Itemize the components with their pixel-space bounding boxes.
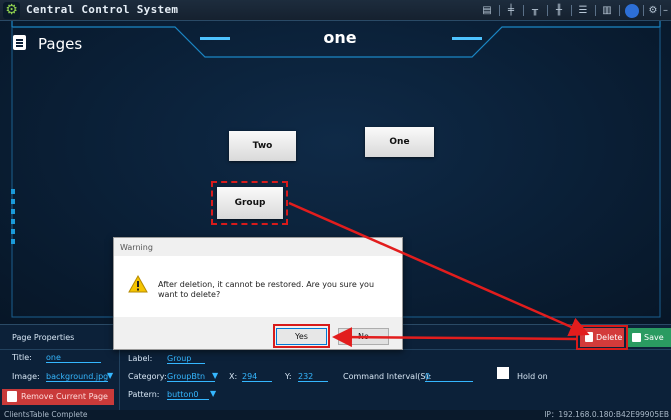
align-middle-icon[interactable]: ╫: [551, 3, 567, 18]
y-input[interactable]: 232: [298, 372, 328, 382]
canvas-button-two[interactable]: Two: [229, 131, 296, 161]
title-label: Title:: [12, 353, 32, 362]
align-top-icon[interactable]: ╥: [527, 3, 543, 18]
pattern-select[interactable]: button0: [167, 390, 209, 400]
delete-button[interactable]: Delete: [580, 328, 624, 347]
canvas-button-one[interactable]: One: [365, 127, 434, 157]
hold-on-label: Hold on: [517, 372, 548, 381]
dialog-title: Warning: [120, 243, 153, 252]
status-ip: IP：192.168.0.180:B42E99905EB: [544, 410, 669, 419]
warning-dialog: Warning After deletion, it cannot be res…: [113, 237, 403, 350]
page-name-title: one: [323, 28, 357, 47]
chevron-down-icon[interactable]: ▼: [210, 389, 216, 398]
distribute-vertical-icon[interactable]: ☰: [575, 3, 591, 18]
category-select[interactable]: GroupBtn: [167, 372, 215, 382]
x-label: X:: [229, 372, 238, 381]
status-message: ClientsTable Complete: [4, 410, 88, 419]
hold-on-checkbox[interactable]: [497, 367, 509, 379]
remove-page-button[interactable]: Remove Current Page: [2, 389, 114, 405]
label-label: Label:: [128, 354, 153, 363]
no-button[interactable]: No: [338, 328, 389, 345]
status-bar: ClientsTable Complete IP：192.168.0.180:B…: [0, 410, 671, 420]
save-label: Save: [644, 333, 664, 342]
pattern-label: Pattern:: [128, 390, 160, 399]
pages-icon: [13, 35, 26, 50]
align-left-icon[interactable]: ▤: [479, 3, 495, 18]
dialog-message: After deletion, it cannot be restored. A…: [158, 280, 375, 299]
minimize-icon[interactable]: –: [660, 3, 671, 18]
command-interval-label: Command Interval(S):: [343, 372, 432, 381]
app-gear-icon: ⚙: [3, 2, 20, 19]
theme-icon[interactable]: [625, 4, 639, 18]
delete-label: Delete: [596, 333, 623, 342]
canvas-button-group[interactable]: Group: [217, 187, 283, 219]
settings-gear-icon[interactable]: ⚙: [645, 3, 661, 18]
header-dash-left: [200, 37, 230, 40]
warning-icon: [128, 274, 148, 293]
image-label: Image:: [12, 372, 40, 381]
chevron-down-icon[interactable]: ▼: [107, 371, 113, 380]
trash-icon: [7, 391, 17, 402]
title-bar: ⚙ Central Control System ▤ ╪ ╥ ╫ ☰ ▥ ⚙ –: [0, 0, 671, 21]
remove-page-label: Remove Current Page: [21, 392, 108, 401]
distribute-horizontal-icon[interactable]: ▥: [599, 3, 615, 18]
align-center-icon[interactable]: ╪: [503, 3, 519, 18]
label-input[interactable]: Group: [167, 354, 205, 364]
chevron-down-icon[interactable]: ▼: [212, 371, 218, 380]
save-icon: [632, 333, 641, 342]
y-label: Y:: [285, 372, 292, 381]
pages-title: Pages: [38, 35, 83, 53]
save-button[interactable]: Save: [628, 328, 671, 347]
trash-icon: [585, 332, 593, 342]
image-select[interactable]: background.jpg: [46, 372, 108, 382]
category-label: Category:: [128, 372, 167, 381]
command-interval-input[interactable]: 0: [425, 372, 473, 382]
title-input[interactable]: one: [46, 353, 101, 363]
window-title: Central Control System: [26, 3, 179, 16]
x-input[interactable]: 294: [242, 372, 272, 382]
header-dash-right: [452, 37, 482, 40]
properties-heading: Page Properties: [12, 333, 75, 342]
yes-button[interactable]: Yes: [276, 328, 327, 345]
